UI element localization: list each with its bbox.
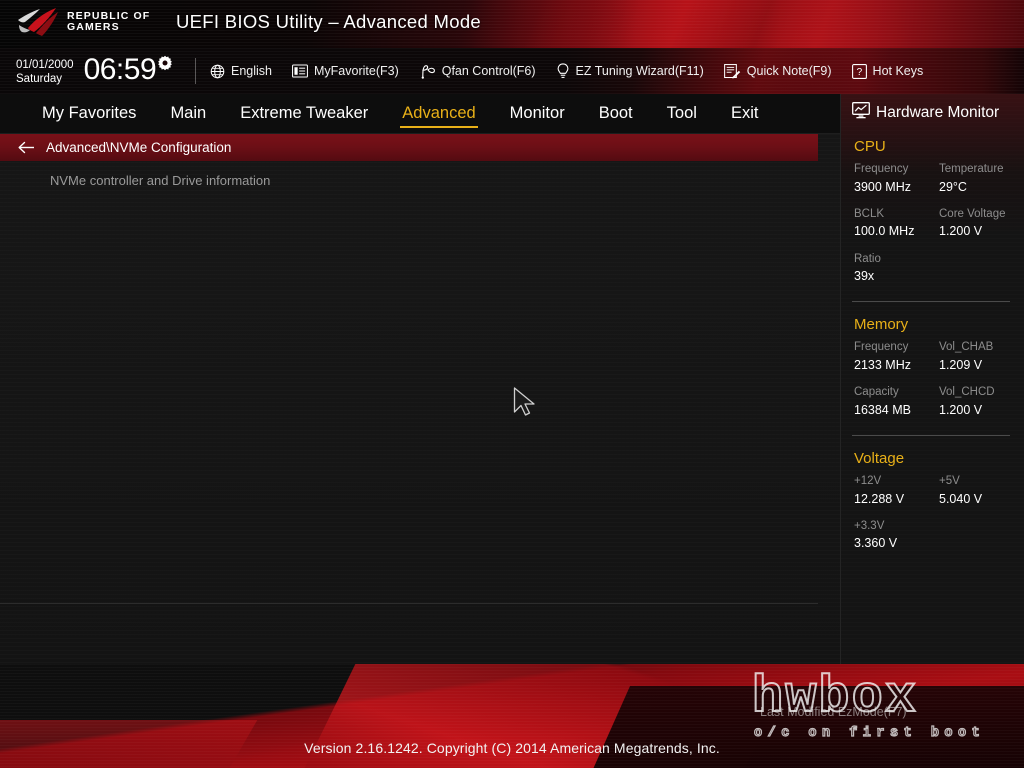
hw-value: 1.200 V — [939, 224, 983, 239]
weekday-text: Saturday — [16, 72, 63, 85]
hw-section-title: CPU — [854, 138, 886, 155]
hw-value: 5.040 V — [939, 491, 983, 506]
tab-advanced[interactable]: Advanced — [400, 102, 479, 128]
list-icon — [292, 64, 308, 78]
hw-value: 2133 MHz — [854, 358, 911, 373]
hw-separator — [852, 434, 1010, 436]
hw-label: BCLK — [854, 207, 885, 220]
content-description: NVMe controller and Drive information — [50, 173, 271, 188]
rog-logo-icon — [18, 8, 58, 36]
tab-my-favorites[interactable]: My Favorites — [40, 102, 138, 127]
gear-icon[interactable] — [157, 52, 173, 76]
header-bar: REPUBLIC OF GAMERS UEFI BIOS Utility – A… — [0, 0, 1024, 48]
hw-value: 100.0 MHz — [854, 224, 915, 239]
hw-label: Frequency — [854, 163, 909, 175]
content-divider — [0, 603, 818, 604]
clock-time: 06:59 — [83, 53, 157, 86]
toolbar-item-ez-tuning-wizard[interactable]: EZ Tuning Wizard(F11) — [556, 63, 704, 79]
hw-reading: Temperature 29°C — [939, 161, 1024, 196]
toolbar-item-label: English — [231, 64, 272, 78]
hw-separator — [852, 301, 1010, 303]
tab-extreme-tweaker[interactable]: Extreme Tweaker — [238, 102, 370, 127]
toolbar-item-quick-note[interactable]: Quick Note(F9) — [723, 63, 832, 79]
rog-logo: REPUBLIC OF GAMERS — [16, 6, 150, 38]
tab-exit[interactable]: Exit — [729, 102, 761, 127]
tab-boot[interactable]: Boot — [597, 102, 635, 127]
hw-value: 29°C — [939, 179, 967, 194]
note-icon — [723, 63, 741, 79]
fan-icon — [419, 64, 436, 79]
hw-label: Frequency — [854, 341, 909, 354]
hw-value: 3.360 V — [854, 536, 898, 551]
hw-reading: BCLK 100.0 MHz — [854, 206, 939, 241]
hw-reading: Vol_CHCD 1.200 V — [939, 384, 1024, 419]
main-content: Advanced\NVMe Configuration NVMe control… — [0, 134, 840, 664]
hw-section-title: Voltage — [854, 449, 905, 467]
hw-label: Ratio — [854, 252, 881, 265]
version-text: Version 2.16.1242. Copyright (C) 2014 Am… — [304, 740, 720, 756]
hw-label: Temperature — [939, 163, 1004, 175]
hardware-monitor-title: Hardware Monitor — [841, 94, 1024, 124]
breadcrumb-text: Advanced\NVMe Configuration — [46, 140, 232, 155]
hw-value: 16384 MB — [854, 402, 911, 417]
hw-reading: Capacity 16384 MB — [854, 384, 939, 419]
toolbar-item-qfan-control[interactable]: Qfan Control(F6) — [419, 64, 536, 79]
toolbar-item-hot-keys[interactable]: ? Hot Keys — [851, 63, 924, 79]
hardware-monitor-panel: Hardware Monitor CPU Frequency 3900 MHz … — [840, 94, 1024, 664]
obscured-footer-text: Last Modified EzMode(F7) — [760, 705, 907, 719]
globe-icon — [210, 64, 225, 79]
toolbar-item-label: Hot Keys — [872, 64, 924, 78]
svg-text:?: ? — [856, 67, 862, 78]
toolbar-item-label: Qfan Control(F6) — [441, 64, 536, 78]
page-title: UEFI BIOS Utility – Advanced Mode — [176, 11, 481, 32]
hw-value: 1.200 V — [939, 402, 983, 417]
hw-label: Capacity — [854, 386, 899, 399]
tab-tool[interactable]: Tool — [665, 102, 699, 127]
monitor-chart-icon — [852, 102, 870, 124]
hw-reading: +3.3V 3.360 V — [854, 518, 939, 553]
hw-reading: Core Voltage 1.200 V — [939, 206, 1024, 241]
tab-monitor[interactable]: Monitor — [508, 102, 567, 127]
hw-reading: Frequency 2133 MHz — [854, 339, 939, 374]
hw-value: 3900 MHz — [854, 179, 911, 194]
lightbulb-icon — [556, 63, 570, 79]
toolbar-item-label: MyFavorite(F3) — [314, 64, 399, 78]
hw-reading: Frequency 3900 MHz — [854, 161, 939, 196]
toolbar-items: English MyFavorite(F3) Qfan Control(F6) … — [210, 48, 923, 94]
hw-value: 39x — [854, 269, 875, 284]
hw-label: Vol_CHAB — [939, 341, 994, 354]
hw-section-title: Memory — [854, 316, 909, 334]
breadcrumb[interactable]: Advanced\NVMe Configuration — [0, 134, 818, 161]
hardware-monitor-title-text: Hardware Monitor — [876, 104, 1000, 121]
hw-section-memory: Memory Frequency 2133 MHz Vol_CHAB 1.209… — [841, 316, 1024, 429]
question-key-icon: ? — [851, 63, 867, 79]
hw-value: 12.288 V — [854, 491, 905, 506]
hw-section-voltage: Voltage +12V 12.288 V +5V 5.040 V +3.3V … — [841, 450, 1024, 563]
hw-section-cpu: CPU Frequency 3900 MHz Temperature 29°C … — [841, 138, 1024, 295]
back-arrow-icon[interactable] — [18, 141, 35, 154]
hw-label: +5V — [939, 474, 960, 487]
hw-reading: +5V 5.040 V — [939, 473, 1024, 508]
date-text: 01/01/2000 — [16, 59, 74, 71]
bios-screen: REPUBLIC OF GAMERS UEFI BIOS Utility – A… — [0, 0, 1024, 768]
toolbar: 01/01/2000 Saturday 06:59 English MyFavo… — [0, 48, 1024, 94]
hw-label: Core Voltage — [939, 207, 1006, 220]
hw-label: +3.3V — [854, 519, 885, 532]
toolbar-divider — [195, 58, 196, 84]
hw-reading: Ratio 39x — [854, 251, 939, 286]
toolbar-item-label: Quick Note(F9) — [746, 64, 832, 78]
hw-reading: +12V 12.288 V — [854, 473, 939, 508]
hw-value: 1.209 V — [939, 358, 983, 373]
brand-line-2: GAMERS — [67, 21, 120, 33]
hw-reading: Vol_CHAB 1.209 V — [939, 339, 1024, 374]
hw-label: Vol_CHCD — [939, 386, 995, 399]
tab-main[interactable]: Main — [168, 102, 208, 127]
clock-block: 01/01/2000 Saturday 06:59 — [16, 52, 173, 86]
toolbar-item-myfavorite[interactable]: MyFavorite(F3) — [292, 64, 399, 78]
toolbar-item-label: EZ Tuning Wizard(F11) — [575, 64, 704, 78]
toolbar-item-english[interactable]: English — [210, 64, 272, 79]
hw-label: +12V — [854, 474, 882, 487]
